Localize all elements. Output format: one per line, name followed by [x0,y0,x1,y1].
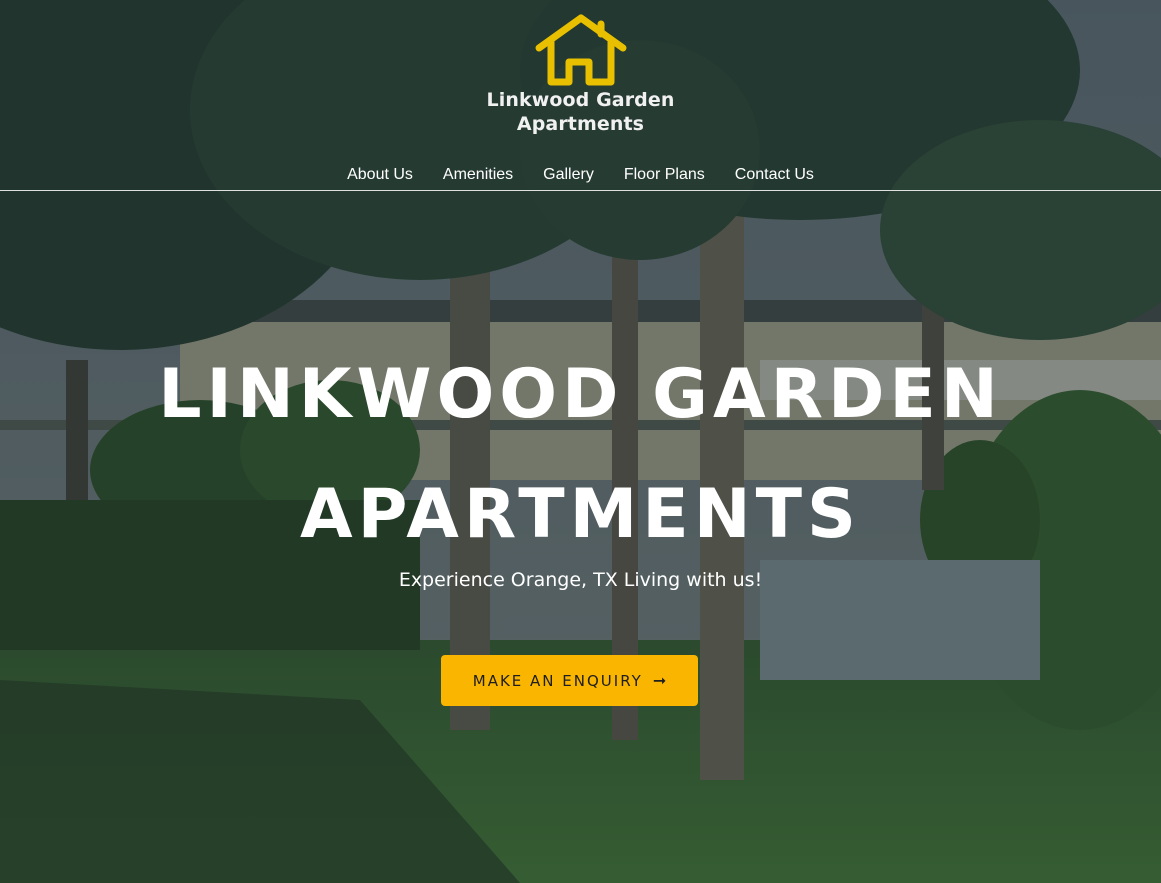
arrow-right-icon: ➞ [652,671,667,690]
main-nav: About Us Amenities Gallery Floor Plans C… [0,164,1161,186]
hero-title-line2: APARTMENTS [300,475,861,554]
hero-title-line1: LINKWOOD GARDEN [158,355,1003,434]
site-logo[interactable]: Linkwood Garden Apartments [0,12,1161,136]
nav-item-floor-plans[interactable]: Floor Plans [624,164,705,186]
nav-item-about-us[interactable]: About Us [347,164,413,186]
nav-item-contact-us[interactable]: Contact Us [735,164,814,186]
nav-divider [0,190,1161,191]
make-enquiry-button[interactable]: MAKE AN ENQUIRY ➞ [441,655,698,706]
nav-item-gallery[interactable]: Gallery [543,164,594,186]
house-icon [535,14,626,86]
hero-title: LINKWOOD GARDEN APARTMENTS [0,335,1161,575]
make-enquiry-label: MAKE AN ENQUIRY [472,671,643,690]
hero-subtitle: Experience Orange, TX Living with us! [398,569,763,591]
hero-page: Linkwood Garden Apartments About Us Amen… [0,0,1161,883]
nav-item-amenities[interactable]: Amenities [443,164,513,186]
logo-text-line1: Linkwood Garden [486,89,675,111]
logo-text-line2: Apartments [516,113,645,135]
